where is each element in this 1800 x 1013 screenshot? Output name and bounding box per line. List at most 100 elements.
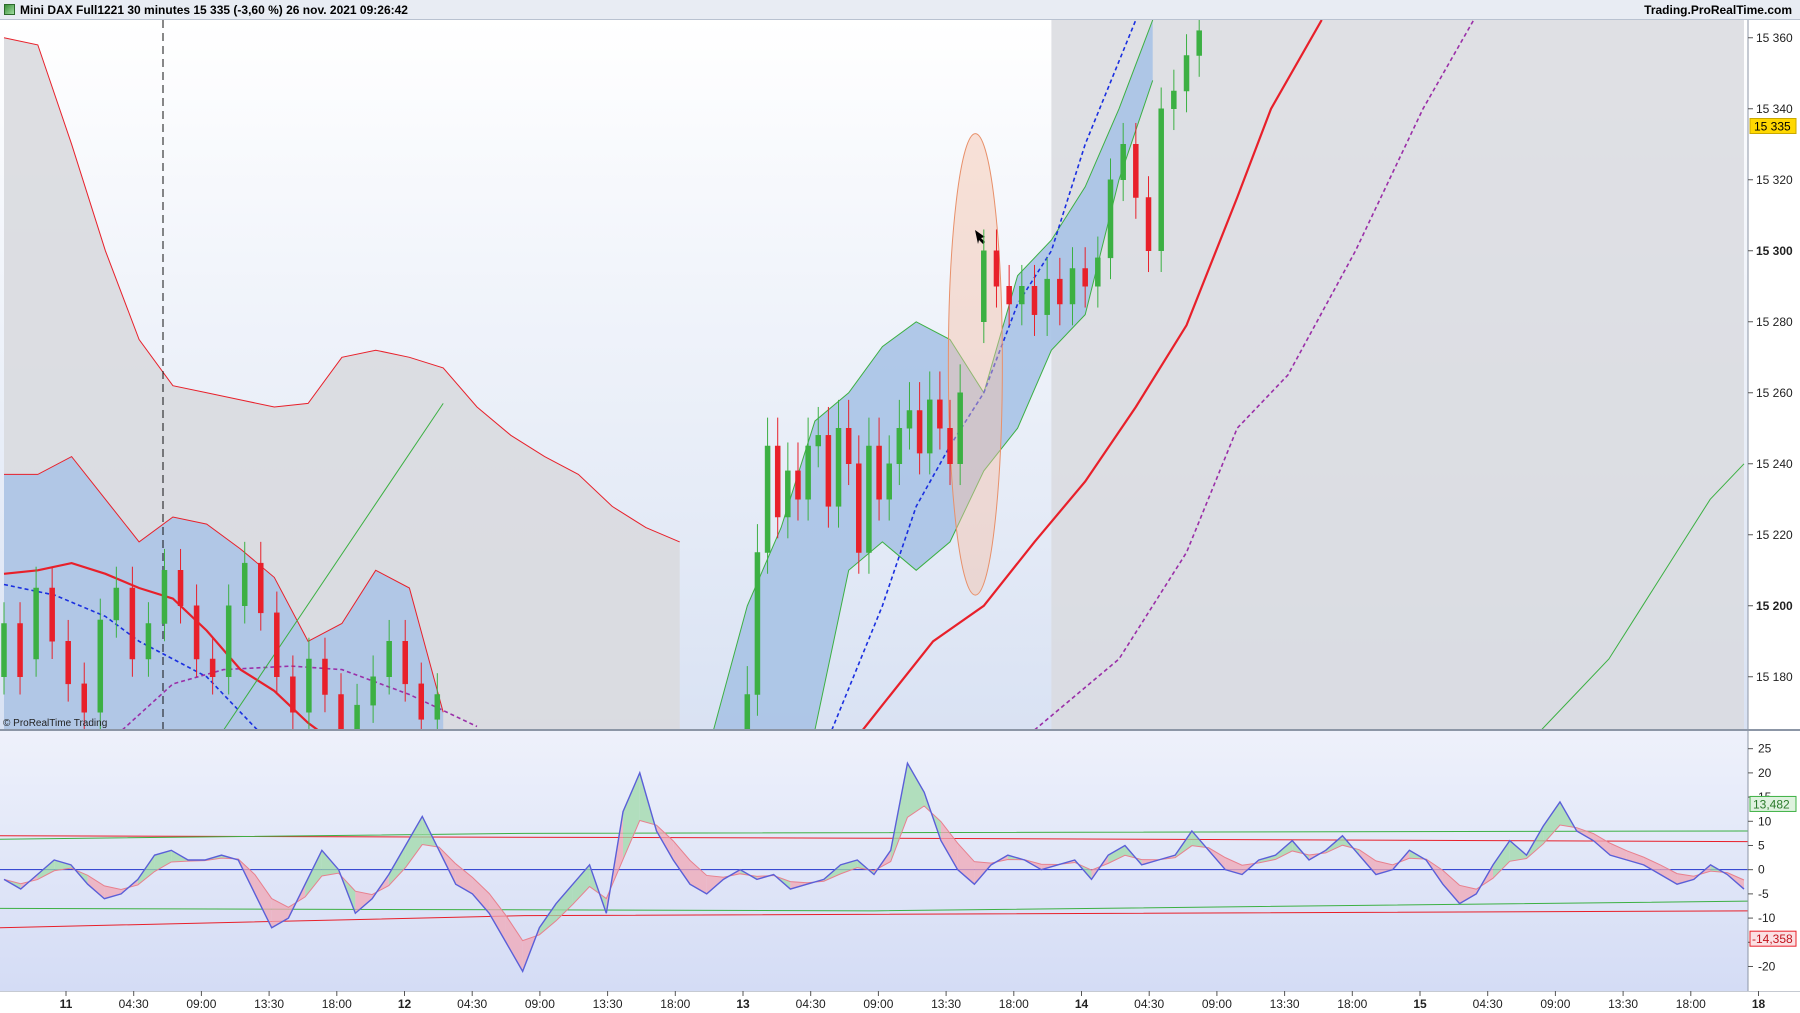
time-tick-label: 09:00 bbox=[1202, 997, 1232, 1011]
candle-right bbox=[1083, 269, 1088, 287]
candle-mid bbox=[887, 464, 892, 500]
time-tick-label: 18:00 bbox=[1676, 997, 1706, 1011]
time-tick-label: 15 bbox=[1413, 997, 1427, 1011]
candle-right bbox=[1184, 56, 1189, 92]
candle-right bbox=[1057, 279, 1062, 304]
candle-left bbox=[306, 659, 311, 712]
candle-mid bbox=[846, 428, 851, 464]
macd-tick-label: 25 bbox=[1758, 742, 1772, 756]
candle-left bbox=[82, 684, 87, 712]
candle-mid bbox=[877, 446, 882, 499]
candle-mid bbox=[897, 428, 902, 464]
macd-background bbox=[0, 731, 1748, 991]
macd-upper-value-label: 13,482 bbox=[1753, 797, 1790, 811]
price-tick-label: 15 340 bbox=[1756, 102, 1793, 116]
candle-mid bbox=[927, 400, 932, 453]
candle-left bbox=[322, 659, 327, 695]
time-tick-label: 18:00 bbox=[1337, 997, 1367, 1011]
time-tick-label: 18:00 bbox=[660, 997, 690, 1011]
time-tick-label: 18:00 bbox=[999, 997, 1029, 1011]
price-tick-label: 15 240 bbox=[1756, 457, 1793, 471]
macd-tick-label: 20 bbox=[1758, 766, 1772, 780]
candle-left bbox=[2, 624, 7, 677]
candle-right bbox=[1197, 31, 1202, 56]
candle-right bbox=[1171, 91, 1176, 109]
price-tick-label: 15 280 bbox=[1756, 315, 1793, 329]
time-axis: 11 04:30 09:00 13:30 18:00 12 04:30 09:00 13:30 1… bbox=[0, 991, 1800, 1013]
candle-left bbox=[66, 641, 71, 684]
candle-left bbox=[403, 641, 408, 684]
time-tick-label: 13 bbox=[736, 997, 750, 1011]
candle-left bbox=[98, 620, 103, 712]
price-chart[interactable]: 15 18015 20015 22015 24015 26015 28015 3… bbox=[0, 20, 1800, 730]
candle-left bbox=[114, 588, 119, 620]
price-tick-label: 15 180 bbox=[1756, 670, 1793, 684]
candle-mid bbox=[755, 553, 760, 695]
candle-mid bbox=[917, 411, 922, 454]
candle-left bbox=[387, 641, 392, 677]
candle-mid bbox=[958, 393, 963, 464]
macd-chart[interactable]: 2520151050-5-10-15-2013,482-14,358 bbox=[0, 731, 1800, 991]
candle-right bbox=[1121, 144, 1126, 180]
candle-right bbox=[1146, 198, 1151, 251]
candle-left bbox=[50, 588, 55, 641]
candle-mid bbox=[765, 446, 770, 553]
title-bar: Mini DAX Full1221 30 minutes 15 335 (-3,… bbox=[0, 0, 1800, 20]
highlight-ellipse[interactable] bbox=[948, 134, 1002, 595]
time-tick-label: 13:30 bbox=[593, 997, 623, 1011]
time-tick-label: 13:30 bbox=[254, 997, 284, 1011]
candle-left bbox=[435, 695, 440, 720]
macd-tick-label: 5 bbox=[1758, 838, 1765, 852]
candle-mid bbox=[775, 446, 780, 517]
candle-mid bbox=[836, 428, 841, 506]
candle-left bbox=[178, 570, 183, 606]
price-tick-label: 15 320 bbox=[1756, 173, 1793, 187]
time-tick-label: 13:30 bbox=[931, 997, 961, 1011]
last-price-label: 15 335 bbox=[1754, 120, 1791, 134]
time-tick-label: 09:00 bbox=[1540, 997, 1570, 1011]
candle-left bbox=[371, 677, 376, 705]
macd-tick-label: -5 bbox=[1758, 887, 1769, 901]
candle-right bbox=[994, 251, 999, 287]
macd-lower-value-label: -14,358 bbox=[1752, 932, 1793, 946]
candle-left bbox=[18, 624, 23, 677]
macd-tick-label: 10 bbox=[1758, 814, 1772, 828]
candle-left bbox=[290, 677, 295, 713]
candle-mid bbox=[785, 471, 790, 517]
candle-mid bbox=[856, 464, 861, 553]
macd-tick-label: -10 bbox=[1758, 911, 1776, 925]
candle-right bbox=[1007, 286, 1012, 304]
candle-mid bbox=[948, 428, 953, 464]
time-tick-label: 18:00 bbox=[322, 997, 352, 1011]
window-title: Mini DAX Full1221 30 minutes 15 335 (-3,… bbox=[20, 3, 408, 17]
candle-left bbox=[162, 570, 167, 623]
candle-left bbox=[258, 563, 263, 613]
candle-right bbox=[1045, 279, 1050, 315]
time-tick-label: 04:30 bbox=[1134, 997, 1164, 1011]
time-tick-label: 12 bbox=[398, 997, 412, 1011]
candle-mid bbox=[866, 446, 871, 553]
candle-right bbox=[1070, 269, 1075, 305]
candle-left bbox=[210, 659, 215, 677]
time-tick-label: 09:00 bbox=[186, 997, 216, 1011]
candle-right bbox=[981, 251, 986, 322]
candle-mid bbox=[806, 446, 811, 499]
price-tick-label: 15 200 bbox=[1756, 599, 1793, 613]
time-tick-label: 04:30 bbox=[796, 997, 826, 1011]
macd-axis-background bbox=[1748, 731, 1800, 991]
candle-left bbox=[130, 588, 135, 659]
candle-left bbox=[146, 624, 151, 660]
brand-label[interactable]: Trading.ProRealTime.com bbox=[1644, 3, 1792, 17]
time-tick-label: 09:00 bbox=[863, 997, 893, 1011]
time-tick-label: 11 bbox=[60, 997, 73, 1011]
time-tick-label: 13:30 bbox=[1270, 997, 1300, 1011]
macd-tick-label: -20 bbox=[1758, 959, 1776, 973]
time-tick-label: 04:30 bbox=[119, 997, 149, 1011]
price-tick-label: 15 360 bbox=[1756, 31, 1793, 45]
candle-right bbox=[1095, 258, 1100, 286]
time-tick-label: 04:30 bbox=[1473, 997, 1503, 1011]
candle-left bbox=[226, 606, 231, 677]
candle-left bbox=[194, 606, 199, 659]
candle-right bbox=[1159, 109, 1164, 251]
time-tick-label: 18 bbox=[1752, 997, 1766, 1011]
